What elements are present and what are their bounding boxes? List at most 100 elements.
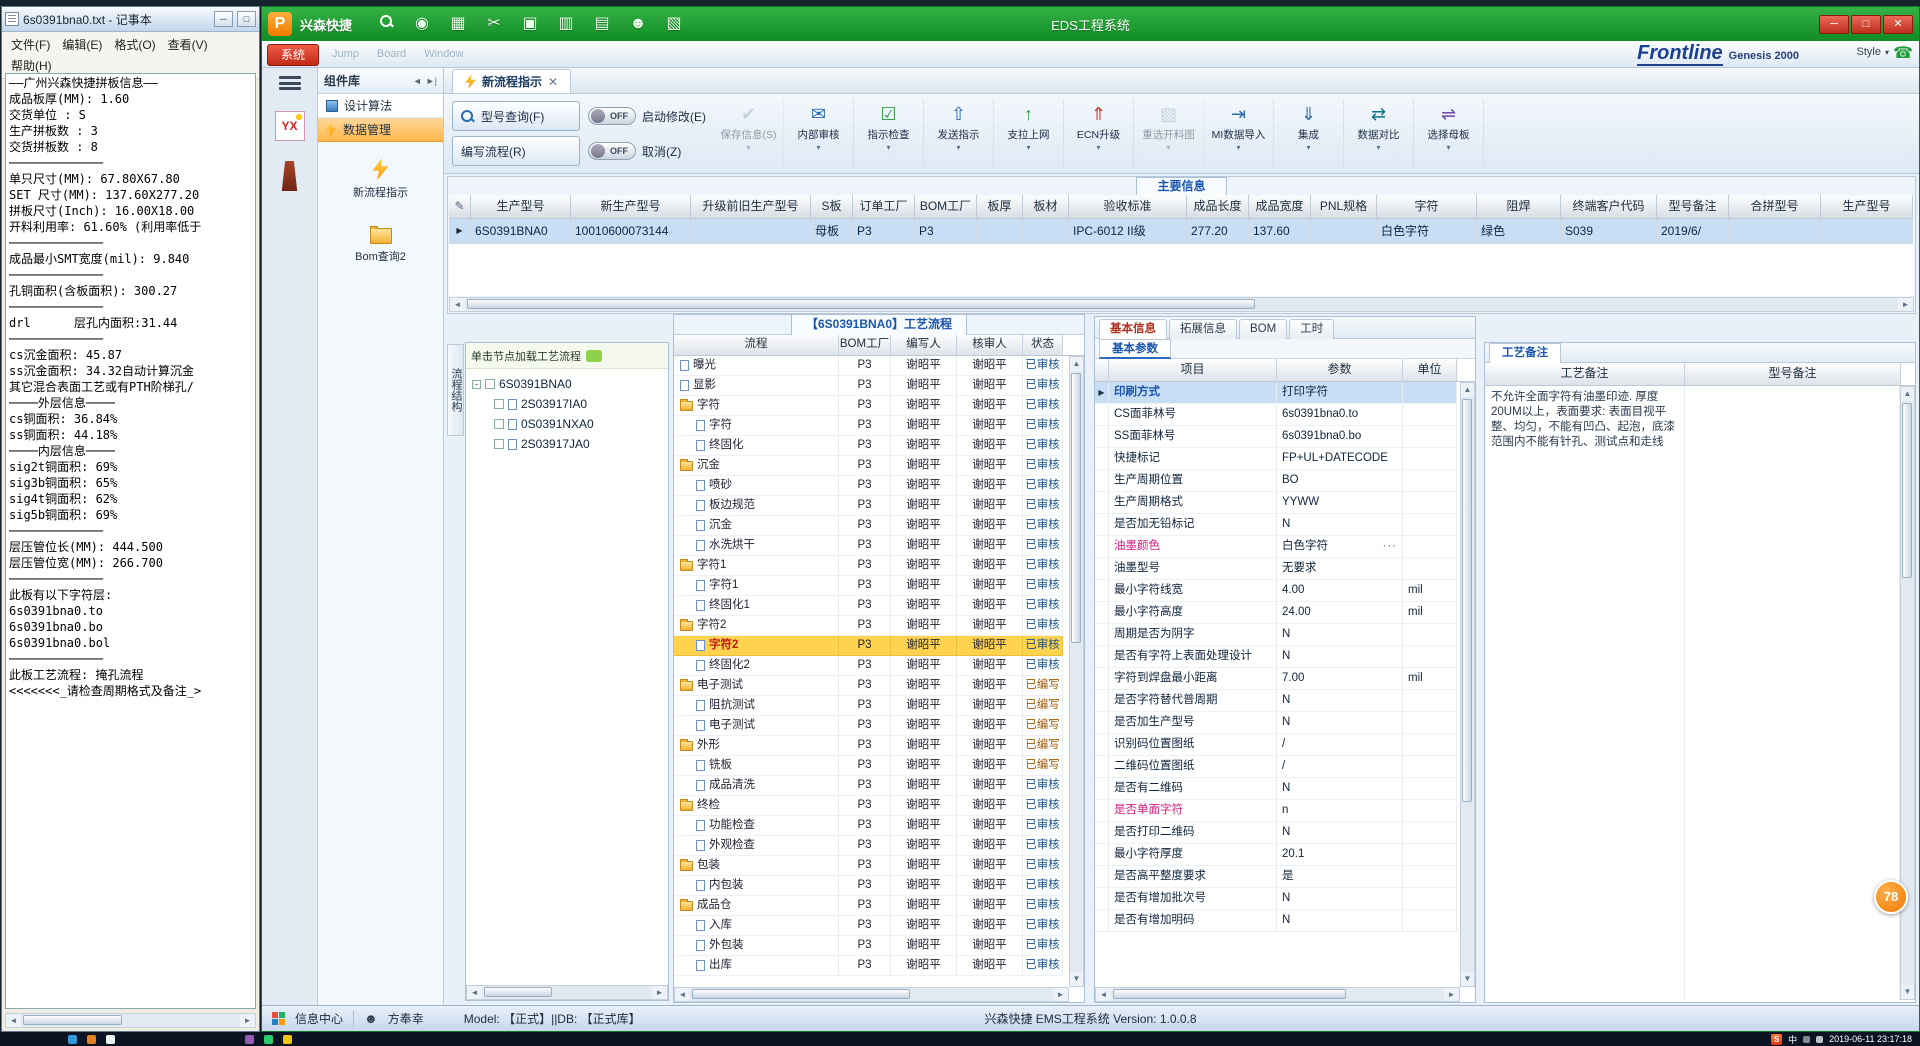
info-center-label[interactable]: 信息中心 (295, 1010, 343, 1027)
column-header[interactable]: 核审人 (957, 335, 1023, 355)
table-row[interactable]: ▶ 6S0391BNA0 10010600073144 母板 P3 P3 IPC-6012 … (449, 219, 1914, 244)
param-row[interactable]: 是否字符替代普周期 N (1095, 690, 1460, 712)
flow-row[interactable]: 水洗烘干 P3 谢昭平 谢昭平 已审核 (674, 536, 1069, 556)
param-row[interactable]: 是否高平整度要求是 (1095, 866, 1460, 888)
cell[interactable] (1023, 219, 1069, 244)
flow-row[interactable]: 外形 P3 谢昭平 谢昭平 已编写 (674, 736, 1069, 756)
column-header[interactable]: 型号备注 (1657, 195, 1729, 219)
cell[interactable]: 137.60 (1249, 219, 1311, 244)
panel-icon[interactable]: ▣ (518, 13, 542, 35)
flow-row[interactable]: 内包装 P3 谢昭平 谢昭平 已审核 (674, 876, 1069, 896)
integrate-button[interactable]: ⇓ 集成 ▾ (1274, 99, 1344, 168)
flow-structure-tab[interactable]: 流程结构 (447, 344, 464, 436)
tree-hscrollbar[interactable]: ◄ ► (466, 985, 668, 1000)
param-row[interactable]: 是否加无铅标记 N (1095, 514, 1460, 536)
param-row[interactable]: 油墨型号 无要求 (1095, 558, 1460, 580)
model-query-button[interactable]: 型号查询(F) (452, 101, 580, 131)
maximize-button[interactable]: □ (1851, 14, 1881, 34)
tab-basic-info[interactable]: 基本信息 (1099, 319, 1167, 339)
taskbar-app-icon[interactable] (87, 1034, 96, 1044)
notepad-menu-item[interactable]: 查看(V) (162, 34, 214, 55)
column-header[interactable]: BOM工厂 (915, 195, 977, 219)
cell[interactable]: 6S0391BNA0 (471, 219, 571, 244)
column-header[interactable]: 参数 (1277, 359, 1403, 381)
cell[interactable]: 绿色 (1477, 219, 1561, 244)
more-button[interactable]: ··· (1383, 536, 1398, 557)
column-header[interactable]: BOM工厂 (839, 335, 891, 355)
flow-row[interactable]: 曝光 P3 谢昭平 谢昭平 已审核 (674, 356, 1069, 376)
tab-other[interactable]: 拓展信息 (1169, 319, 1237, 339)
scroll-left-icon[interactable]: ◄ (467, 986, 482, 999)
scroll-left-icon[interactable]: ◄ (675, 988, 690, 1001)
param-row[interactable]: 是否加生产型号 N (1095, 712, 1460, 734)
taskbar-app-icon[interactable] (68, 1034, 77, 1044)
column-header[interactable]: 终端客户代码 (1561, 195, 1657, 219)
param-row[interactable]: 是否打印二维码 N (1095, 822, 1460, 844)
system-tray[interactable]: S 中 2019-06-11 23:17:18 (1771, 1033, 1912, 1046)
notepad-menu-item[interactable]: 文件(F) (5, 34, 56, 55)
process-remarks-text[interactable]: 不允许全面字符有油墨印迹. 厚度20UM以上，表面要求: 表面目视平整、均匀，不… (1485, 386, 1685, 1000)
tray-icon[interactable] (1803, 1035, 1811, 1043)
close-icon[interactable]: ✕ (548, 75, 558, 89)
tree-node[interactable]: 2S03917JA0 (468, 434, 666, 454)
taskbar-app-icon[interactable] (245, 1034, 254, 1044)
scroll-left-icon[interactable]: ◄ (6, 1014, 21, 1027)
column-header[interactable]: 新生产型号 (571, 195, 691, 219)
cancel-toggle[interactable]: OFF (588, 142, 636, 160)
scroll-left-icon[interactable]: ◄ (450, 298, 465, 311)
flow-row[interactable]: 出库 P3 谢昭平 谢昭平 已审核 (674, 956, 1069, 976)
globe-icon[interactable]: ◉ (410, 13, 434, 35)
taskbar-app-icon[interactable] (106, 1034, 115, 1044)
cell[interactable]: 白色字符 (1377, 219, 1477, 244)
data-compare-button[interactable]: ⇄ 数据对比 ▾ (1344, 99, 1414, 168)
param-row[interactable]: 最小字符线宽 4.00 mil (1095, 580, 1460, 602)
param-row[interactable]: 最小字符厚度 20.1 (1095, 844, 1460, 866)
tree-node-root[interactable]: - 6S0391BNA0 (468, 374, 666, 394)
floating-badge[interactable]: 78 (1874, 880, 1908, 914)
tower-icon[interactable] (281, 161, 298, 191)
cell[interactable]: 2019/6/ (1657, 219, 1729, 244)
scroll-right-icon[interactable]: ► (1898, 298, 1913, 311)
cell[interactable]: 10010600073144 (571, 219, 691, 244)
app-titlebar[interactable]: P 兴森快捷 ◉ ▦ ✂ ▣ ▥ ▤ ☻ ▧ EDS工程系统 ─ □ ✕ (262, 7, 1919, 41)
notepad-menu-item[interactable]: 编辑(E) (56, 34, 108, 55)
flow-row[interactable]: 终检 P3 谢昭平 谢昭平 已审核 (674, 796, 1069, 816)
flow-row[interactable]: 电子测试 P3 谢昭平 谢昭平 已编写 (674, 716, 1069, 736)
nav-right-icon[interactable]: ►| (426, 76, 437, 86)
columns-icon[interactable]: ▥ (554, 13, 578, 35)
scroll-track[interactable] (1070, 371, 1083, 972)
instruction-check-button[interactable]: ☑ 指示检查 ▾ (854, 99, 924, 168)
cell[interactable]: P3 (853, 219, 915, 244)
scroll-right-icon[interactable]: ► (240, 1014, 255, 1027)
scroll-down-icon[interactable]: ▼ (1460, 972, 1475, 986)
flow-row[interactable]: 沉金 P3 谢昭平 谢昭平 已审核 (674, 516, 1069, 536)
notepad-window[interactable]: 6s0391bna0.txt - 记事本 ─ □ 文件(F) 编辑(E) 格式(O)… (1, 6, 260, 1032)
column-header[interactable]: 编写人 (891, 335, 957, 355)
scissors-icon[interactable]: ✂ (482, 13, 506, 35)
internal-review-button[interactable]: ✉ 内部审核 ▾ (784, 99, 854, 168)
style-dropdown[interactable]: Style ▾ (1857, 46, 1889, 58)
param-row[interactable]: 快捷标记 FP+UL+DATECODE (1095, 448, 1460, 470)
hamburger-menu-icon[interactable] (277, 73, 303, 93)
tree-node[interactable]: 2S03917IA0 (468, 394, 666, 414)
param-row[interactable]: 生产周期格式 YYWW (1095, 492, 1460, 514)
sogou-icon[interactable]: S (1771, 1033, 1783, 1045)
flow-row[interactable]: 字符1 P3 谢昭平 谢昭平 已审核 (674, 576, 1069, 596)
minimize-button[interactable]: ─ (1819, 14, 1849, 34)
notepad-menu-item[interactable]: 格式(O) (108, 34, 161, 55)
param-row[interactable]: 是否有二维码 N (1095, 778, 1460, 800)
param-row[interactable]: 生产周期位置 BO (1095, 470, 1460, 492)
flow-row[interactable]: 终固化1 P3 谢昭平 谢昭平 已审核 (674, 596, 1069, 616)
system-tab[interactable]: 系统 (267, 44, 319, 66)
column-header[interactable]: 成品宽度 (1249, 195, 1311, 219)
flow-row[interactable]: 入库 P3 谢昭平 谢昭平 已审核 (674, 916, 1069, 936)
tab-design-algorithm[interactable]: 设计算法 (318, 94, 443, 118)
column-header[interactable]: 型号备注 (1685, 363, 1901, 385)
column-header[interactable]: 工艺备注 (1485, 363, 1685, 385)
menu-item[interactable]: Window (424, 48, 463, 60)
scroll-down-icon[interactable]: ▼ (1900, 985, 1915, 999)
taskbar-app-icon[interactable] (264, 1034, 273, 1044)
layers-icon[interactable]: ▧ (662, 13, 686, 35)
tab-new-flow-instruction[interactable]: 新流程指示 ✕ (452, 69, 572, 93)
column-header[interactable]: S板 (811, 195, 853, 219)
